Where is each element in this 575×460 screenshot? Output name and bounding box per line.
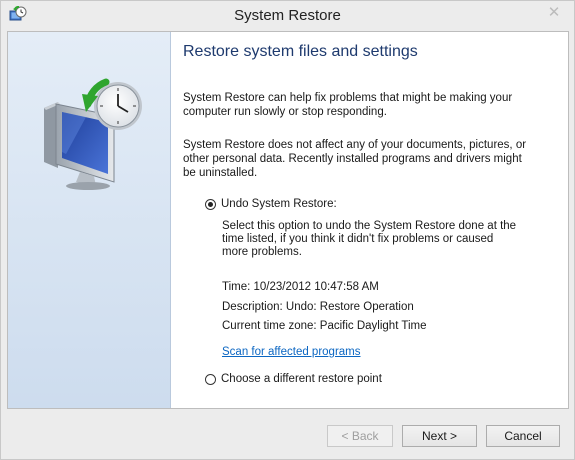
wizard-body: Restore system files and settings System… — [7, 31, 569, 409]
data-safety-paragraph: System Restore does not affect any of yo… — [183, 139, 527, 179]
different-restore-point-radio[interactable] — [205, 373, 216, 385]
different-restore-point-option[interactable]: Choose a different restore point — [205, 373, 382, 385]
side-panel — [8, 32, 171, 408]
restore-description: Description: Undo: Restore Operation — [222, 301, 414, 313]
scan-affected-programs-link[interactable]: Scan for affected programs — [222, 346, 361, 358]
content-area: Restore system files and settings System… — [183, 32, 563, 408]
undo-restore-option[interactable]: Undo System Restore: — [205, 198, 337, 210]
close-icon: ✕ — [547, 3, 561, 21]
system-restore-window: System Restore ✕ Restore system files an… — [0, 0, 575, 460]
next-button[interactable]: Next > — [402, 425, 477, 447]
page-heading: Restore system files and settings — [183, 43, 418, 60]
restore-time-zone: Current time zone: Pacific Daylight Time — [222, 320, 427, 332]
intro-paragraph: System Restore can help fix problems tha… — [183, 92, 513, 118]
cancel-button[interactable]: Cancel — [486, 425, 560, 447]
restore-time: Time: 10/23/2012 10:47:58 AM — [222, 281, 379, 293]
close-button[interactable]: ✕ — [540, 2, 568, 22]
different-restore-point-label: Choose a different restore point — [221, 373, 382, 385]
system-restore-clock-monitor-icon — [44, 78, 142, 190]
back-button[interactable]: < Back — [327, 425, 393, 447]
window-title: System Restore — [234, 7, 341, 24]
title-bar[interactable]: System Restore ✕ — [1, 1, 574, 31]
undo-restore-label: Undo System Restore: — [221, 198, 337, 210]
undo-restore-description: Select this option to undo the System Re… — [222, 220, 517, 258]
undo-restore-radio[interactable] — [205, 198, 216, 210]
